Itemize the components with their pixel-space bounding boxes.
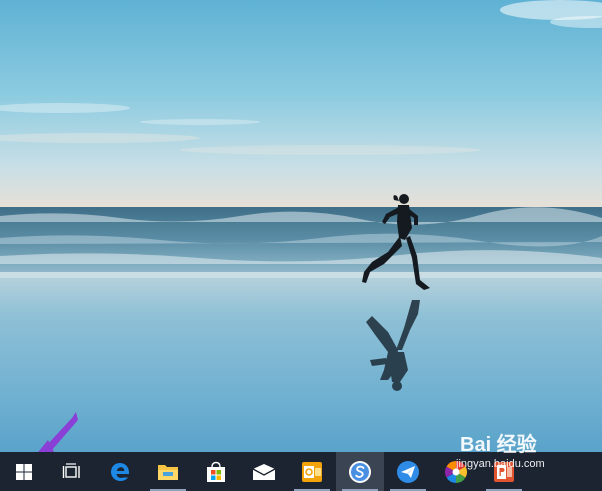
- task-view-button[interactable]: [48, 452, 96, 491]
- windows-logo-icon: [16, 463, 32, 480]
- file-explorer-button[interactable]: [144, 452, 192, 491]
- paper-plane-icon: [397, 460, 419, 483]
- store-bag-icon: [207, 461, 225, 482]
- color-wheel-icon: [445, 460, 467, 483]
- outlook-button[interactable]: [288, 452, 336, 491]
- beach-runner-wallpaper: [0, 0, 602, 452]
- color-wheel-button[interactable]: [432, 452, 480, 491]
- mail-button[interactable]: [240, 452, 288, 491]
- taskbar: [0, 452, 602, 491]
- folder-icon: [158, 464, 178, 480]
- desktop-wallpaper: [0, 0, 602, 452]
- edge-icon: [111, 462, 130, 481]
- mail-icon: [252, 463, 276, 480]
- feishu-button[interactable]: [384, 452, 432, 491]
- outlook-icon: [302, 461, 322, 482]
- edge-button[interactable]: [96, 452, 144, 491]
- store-button[interactable]: [192, 452, 240, 491]
- sogou-button[interactable]: [336, 452, 384, 491]
- powerpoint-icon: [494, 461, 514, 482]
- start-button[interactable]: [0, 452, 48, 491]
- sogou-icon: [349, 460, 371, 483]
- powerpoint-button[interactable]: [480, 452, 528, 491]
- task-view-icon: [62, 462, 80, 478]
